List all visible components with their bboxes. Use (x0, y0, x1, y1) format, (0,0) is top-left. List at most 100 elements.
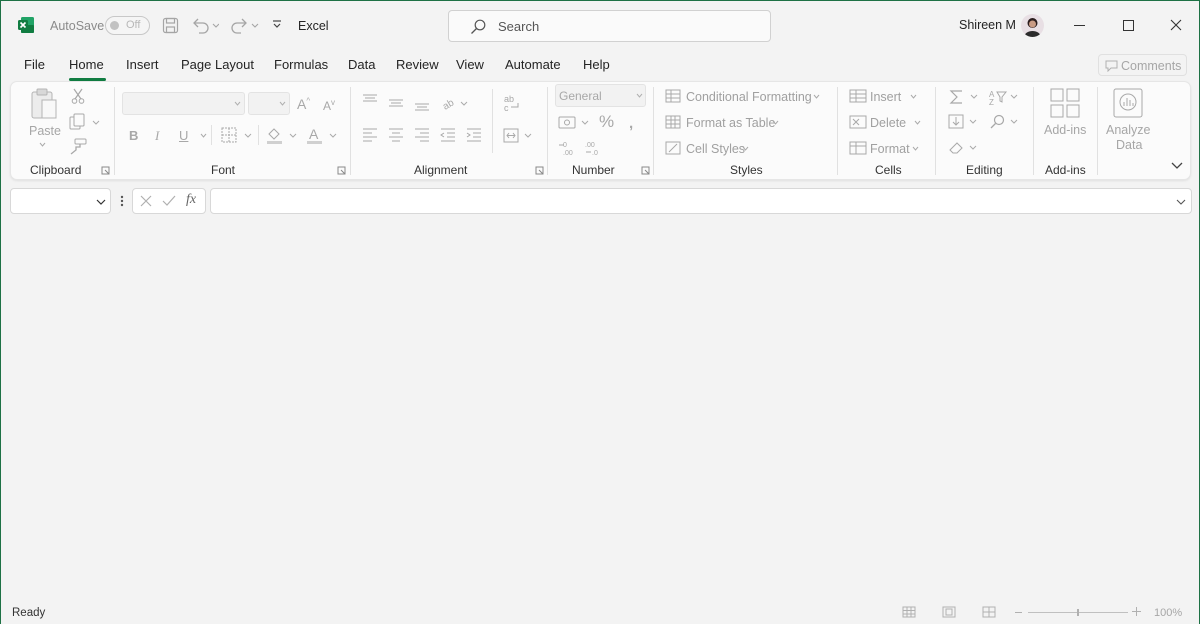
align-center-icon[interactable] (388, 128, 404, 142)
font-color-icon[interactable]: A (306, 126, 340, 145)
cut-icon[interactable] (71, 88, 85, 104)
tab-formulas[interactable]: Formulas (274, 57, 328, 72)
fill-color-icon[interactable] (266, 126, 300, 145)
font-size-combo[interactable] (248, 92, 290, 115)
page-break-view-icon[interactable] (982, 606, 996, 618)
merge-center-icon[interactable] (503, 128, 535, 144)
borders-icon[interactable] (221, 127, 255, 143)
search-box[interactable]: Search (448, 10, 771, 42)
cell-styles-icon[interactable] (665, 141, 681, 155)
tab-data[interactable]: Data (348, 57, 375, 72)
name-box[interactable] (10, 188, 111, 214)
minimize-icon[interactable] (1074, 25, 1085, 26)
cancel-entry-icon[interactable] (140, 195, 152, 207)
customize-toolbar-icon[interactable] (272, 20, 282, 30)
undo-icon[interactable] (191, 16, 219, 34)
underline-button[interactable]: U (179, 128, 188, 143)
font-launcher-icon[interactable] (337, 166, 346, 175)
maximize-icon[interactable] (1123, 20, 1134, 31)
cell-styles-button[interactable]: Cell Styles (686, 142, 745, 156)
analyze-data-line1[interactable]: Analyze (1106, 123, 1150, 137)
fill-icon[interactable] (948, 114, 980, 130)
insert-cells-icon[interactable] (849, 89, 867, 103)
tab-page-layout[interactable]: Page Layout (181, 57, 254, 72)
orientation-icon[interactable]: ab (441, 95, 471, 111)
zoom-out-icon[interactable] (1015, 612, 1022, 613)
conditional-formatting-button[interactable]: Conditional Formatting (686, 90, 812, 104)
page-layout-view-icon[interactable] (942, 606, 956, 618)
conditional-formatting-icon[interactable] (665, 89, 681, 103)
expand-formula-bar-icon[interactable] (1176, 199, 1186, 205)
clipboard-launcher-icon[interactable] (101, 166, 110, 175)
autosum-icon[interactable] (949, 89, 981, 105)
sort-filter-icon[interactable]: AZ (989, 89, 1021, 105)
find-select-icon[interactable] (989, 114, 1021, 130)
number-launcher-icon[interactable] (641, 166, 650, 175)
insert-cells-button[interactable]: Insert (870, 90, 901, 104)
decrease-decimal-icon[interactable]: .00.0 (584, 140, 602, 156)
autosave-toggle[interactable]: Off (105, 16, 150, 35)
user-name[interactable]: Shireen M (959, 18, 1016, 32)
format-as-table-icon[interactable] (665, 115, 681, 129)
confirm-entry-icon[interactable] (162, 195, 176, 207)
add-ins-button[interactable]: Add-ins (1044, 123, 1086, 137)
delete-cells-icon[interactable] (849, 115, 867, 129)
name-box-dropdown-icon[interactable] (96, 199, 106, 205)
paste-label[interactable]: Paste (29, 124, 61, 138)
analyze-data-icon[interactable] (1113, 88, 1143, 118)
tab-insert[interactable]: Insert (126, 57, 159, 72)
zoom-level[interactable]: 100% (1154, 607, 1182, 619)
copy-icon[interactable] (69, 113, 101, 131)
clear-icon[interactable] (948, 140, 980, 156)
alignment-launcher-icon[interactable] (535, 166, 544, 175)
paste-icon[interactable] (29, 87, 59, 121)
formula-bar-options-icon[interactable] (120, 195, 124, 207)
tab-file[interactable]: File (24, 57, 45, 72)
italic-button[interactable]: I (155, 128, 159, 144)
format-cells-button[interactable]: Format (870, 142, 910, 156)
align-right-icon[interactable] (414, 128, 430, 142)
add-ins-icon[interactable] (1050, 88, 1080, 118)
bottom-align-icon[interactable] (414, 98, 430, 112)
ribbon-collapse-icon[interactable] (1171, 162, 1183, 170)
zoom-slider[interactable] (1028, 609, 1128, 616)
align-left-icon[interactable] (362, 128, 378, 142)
tab-help[interactable]: Help (583, 57, 610, 72)
svg-text:c: c (504, 103, 509, 112)
decrease-indent-icon[interactable] (440, 128, 456, 142)
format-painter-icon[interactable] (70, 138, 87, 155)
format-as-table-button[interactable]: Format as Table (686, 116, 775, 130)
avatar[interactable] (1021, 14, 1044, 37)
accounting-format-icon[interactable] (558, 115, 592, 131)
save-icon[interactable] (162, 17, 179, 34)
wrap-text-icon[interactable]: ab c (503, 94, 521, 112)
tab-review[interactable]: Review (396, 57, 439, 72)
comments-button[interactable]: Comments (1098, 54, 1187, 76)
insert-function-button[interactable]: fx (186, 192, 196, 208)
decrease-font-size-icon[interactable]: Av (323, 98, 335, 113)
comma-style-icon[interactable]: , (629, 115, 633, 132)
zoom-in-icon[interactable] (1132, 607, 1141, 616)
percent-style-button[interactable]: % (599, 112, 614, 132)
normal-view-icon[interactable] (902, 606, 916, 618)
increase-font-size-icon[interactable]: A^ (297, 96, 310, 112)
increase-indent-icon[interactable] (466, 128, 482, 142)
zoom-slider-thumb[interactable] (1077, 609, 1079, 616)
bold-button[interactable]: B (129, 128, 138, 143)
increase-decimal-icon[interactable]: 0.00 (558, 140, 576, 156)
redo-icon[interactable] (231, 16, 261, 34)
format-cells-icon[interactable] (849, 141, 867, 155)
analyze-data-line2[interactable]: Data (1116, 138, 1142, 152)
tab-view[interactable]: View (456, 57, 484, 72)
top-align-icon[interactable] (362, 94, 378, 108)
delete-cells-button[interactable]: Delete (870, 116, 906, 130)
underline-dropdown-icon[interactable] (200, 133, 207, 138)
formula-input[interactable] (210, 188, 1192, 214)
font-name-combo[interactable] (122, 92, 245, 115)
tab-automate[interactable]: Automate (505, 57, 561, 72)
paste-dropdown-icon[interactable] (39, 142, 46, 147)
middle-align-icon[interactable] (388, 97, 404, 111)
tab-home[interactable]: Home (69, 57, 104, 72)
number-format-combo[interactable]: General (555, 84, 646, 107)
close-icon[interactable] (1170, 19, 1182, 31)
